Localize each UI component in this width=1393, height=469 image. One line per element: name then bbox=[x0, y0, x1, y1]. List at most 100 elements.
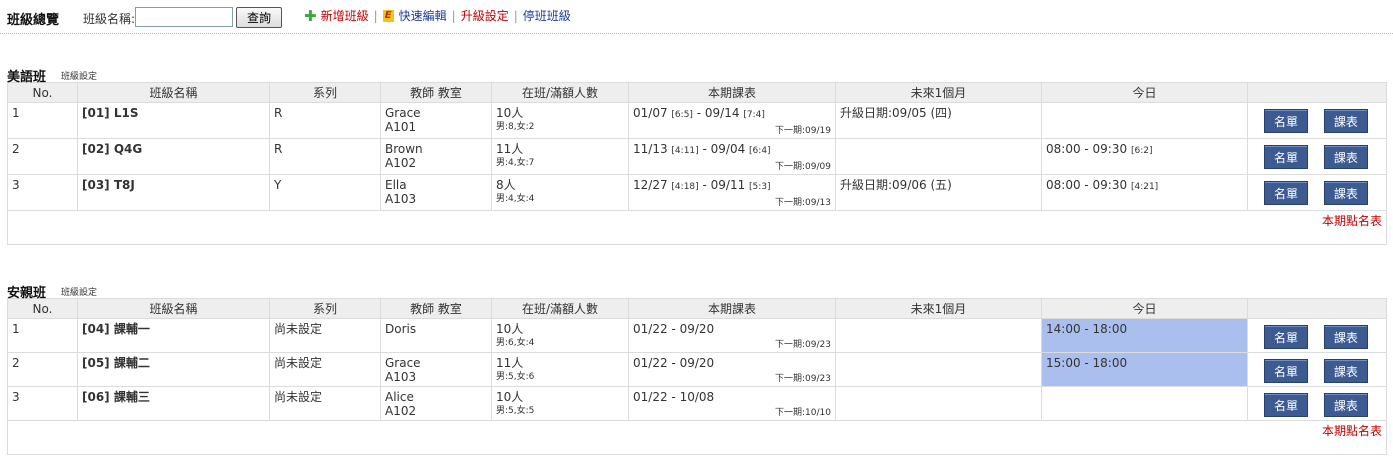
col-no-header: No. bbox=[7, 82, 78, 103]
roster-button[interactable]: 名單 bbox=[1264, 181, 1308, 205]
col-next-month-header: 未來1個月 bbox=[835, 298, 1042, 319]
roster-button[interactable]: 名單 bbox=[1264, 109, 1308, 133]
schedule-button[interactable]: 課表 bbox=[1323, 181, 1368, 205]
upgrade-settings-link[interactable]: 升級設定 bbox=[461, 7, 509, 24]
teacher-name: Grace bbox=[385, 106, 421, 120]
current-schedule: 01/22 - 10/08 下一期:10/10 bbox=[628, 386, 836, 421]
col-today-header: 今日 bbox=[1041, 298, 1248, 319]
col-teacher-room-header: 教師 教室 bbox=[380, 298, 492, 319]
roster-button[interactable]: 名單 bbox=[1264, 325, 1308, 349]
today-cell bbox=[1041, 102, 1248, 139]
today-cell: 08:00 - 09:30 [4:21] bbox=[1041, 174, 1248, 211]
gender-breakdown: 男:6,女:4 bbox=[496, 338, 535, 348]
table-row: 3 [03] T8J Y Ella A103 8人 男:4,女:4 12/27 … bbox=[7, 174, 1387, 211]
separator: | bbox=[373, 8, 378, 23]
attendance-sheet-link[interactable]: 本期點名表 bbox=[1322, 424, 1382, 438]
footer-cell: 本期點名表 bbox=[7, 420, 1387, 455]
query-button[interactable]: 查詢 bbox=[236, 7, 282, 28]
schedule-button[interactable]: 課表 bbox=[1323, 145, 1368, 169]
section-title: 安親班 bbox=[7, 286, 47, 301]
teacher-name: Brown bbox=[385, 142, 423, 156]
teacher-room: Grace A101 bbox=[380, 102, 492, 139]
schedule-start-tag: [4:11] bbox=[671, 146, 699, 156]
next-month bbox=[835, 352, 1042, 387]
class-name-search-input[interactable] bbox=[135, 7, 233, 27]
current-schedule: 11/13 [4:11] - 09/04 [6:4] 下一期:09/09 bbox=[628, 138, 836, 175]
today-time: 08:00 - 09:30 bbox=[1046, 178, 1128, 192]
col-today-header: 今日 bbox=[1041, 82, 1248, 103]
table-footer-row: 本期點名表 bbox=[7, 420, 1387, 455]
schedule-end: 09/11 bbox=[710, 178, 746, 192]
schedule-end: 09/20 bbox=[679, 322, 715, 336]
schedule-start-tag: [6:5] bbox=[671, 110, 693, 120]
col-schedule-header: 本期課表 bbox=[628, 298, 836, 319]
today-tag: [6:2] bbox=[1130, 146, 1153, 156]
room: A102 bbox=[385, 156, 417, 170]
schedule-start-tag: [4:18] bbox=[671, 182, 699, 192]
row-number: 2 bbox=[7, 138, 78, 175]
today-time: 14:00 - 18:00 bbox=[1046, 322, 1128, 336]
schedule-range: 01/07 [6:5] - 09/14 [7:4] bbox=[633, 106, 765, 120]
class-name: [04] 課輔一 bbox=[77, 318, 270, 353]
attendance-sheet-link[interactable]: 本期點名表 bbox=[1322, 214, 1382, 228]
schedule-button[interactable]: 課表 bbox=[1323, 393, 1368, 417]
schedule-start: 01/22 bbox=[633, 356, 668, 370]
section-settings-link[interactable]: 班級設定 bbox=[61, 69, 97, 82]
class-name-search-label: 班級名稱: bbox=[83, 12, 136, 26]
section-settings-link[interactable]: 班級設定 bbox=[61, 285, 97, 298]
teacher-room: Ella A103 bbox=[380, 174, 492, 211]
schedule-start: 11/13 bbox=[633, 142, 668, 156]
teacher-name: Ella bbox=[385, 178, 407, 192]
today-cell: 08:00 - 09:30 [6:2] bbox=[1041, 138, 1248, 175]
room: A103 bbox=[385, 370, 417, 384]
today-cell bbox=[1041, 386, 1248, 421]
roster-button[interactable]: 名單 bbox=[1264, 145, 1308, 169]
enrollment: 8人 男:4,女:4 bbox=[491, 174, 629, 211]
series: R bbox=[269, 102, 381, 139]
table-header-row: No. 班級名稱 系列 教師 教室 在班/滿額人數 本期課表 未來1個月 今日 bbox=[7, 82, 1387, 103]
teacher-name: Grace bbox=[385, 356, 421, 370]
quick-edit-link[interactable]: 快速編輯 bbox=[399, 7, 447, 24]
action-links: ✚ 新增班級 | E 快速編輯 | 升級設定 | 停班班級 bbox=[304, 7, 571, 24]
col-class-name-header: 班級名稱 bbox=[77, 298, 270, 319]
schedule-button[interactable]: 課表 bbox=[1323, 109, 1368, 133]
table-row: 1 [01] L1S R Grace A101 10人 男:8,女:2 01/0… bbox=[7, 102, 1387, 139]
col-series-header: 系列 bbox=[269, 82, 381, 103]
today-time: 15:00 - 18:00 bbox=[1046, 356, 1128, 370]
row-actions: 名單 課表 bbox=[1247, 138, 1387, 175]
row-actions: 名單 課表 bbox=[1247, 318, 1387, 353]
series: Y bbox=[269, 174, 381, 211]
today-tag: [4:21] bbox=[1130, 182, 1159, 192]
enrollment-count: 10人 bbox=[496, 390, 524, 404]
schedule-range: 01/22 - 10/08 bbox=[633, 390, 715, 404]
footer-cell: 本期點名表 bbox=[7, 210, 1387, 245]
stop-class-link[interactable]: 停班班級 bbox=[523, 7, 571, 24]
table-footer-row: 本期點名表 bbox=[7, 210, 1387, 245]
enrollment-count: 10人 bbox=[496, 106, 524, 120]
schedule-start: 12/27 bbox=[633, 178, 668, 192]
schedule-button[interactable]: 課表 bbox=[1323, 325, 1368, 349]
class-name: [05] 課輔二 bbox=[77, 352, 270, 387]
schedule-range: 12/27 [4:18] - 09/11 [5:3] bbox=[633, 178, 771, 192]
roster-button[interactable]: 名單 bbox=[1264, 393, 1308, 417]
teacher-room: Brown A102 bbox=[380, 138, 492, 175]
table-row: 1 [04] 課輔一 尚未設定 Doris 10人 男:6,女:4 01/22 … bbox=[7, 318, 1387, 353]
class-section: 安親班 班級設定 No. 班級名稱 系列 教師 教室 在班/滿額人數 本期課表 未來1個月今… bbox=[7, 282, 1387, 455]
schedule-start: 01/22 bbox=[633, 322, 668, 336]
row-number: 3 bbox=[7, 386, 78, 421]
current-schedule: 12/27 [4:18] - 09/11 [5:3] 下一期:09/13 bbox=[628, 174, 836, 211]
series: 尚未設定 bbox=[269, 318, 381, 353]
gender-breakdown: 男:5,女:5 bbox=[496, 406, 535, 416]
row-number: 1 bbox=[7, 102, 78, 139]
schedule-range: 01/22 - 09/20 bbox=[633, 356, 715, 370]
roster-button[interactable]: 名單 bbox=[1264, 359, 1308, 383]
schedule-end: 09/14 bbox=[704, 106, 740, 120]
enrollment: 10人 男:5,女:5 bbox=[491, 386, 629, 421]
schedule-end-tag: [6:4] bbox=[749, 146, 771, 156]
schedule-end-tag: [7:4] bbox=[743, 110, 765, 120]
schedule-button[interactable]: 課表 bbox=[1323, 359, 1368, 383]
series: R bbox=[269, 138, 381, 175]
new-class-link[interactable]: 新增班級 bbox=[321, 7, 369, 24]
room: A102 bbox=[385, 404, 417, 418]
enrollment: 10人 男:8,女:2 bbox=[491, 102, 629, 139]
